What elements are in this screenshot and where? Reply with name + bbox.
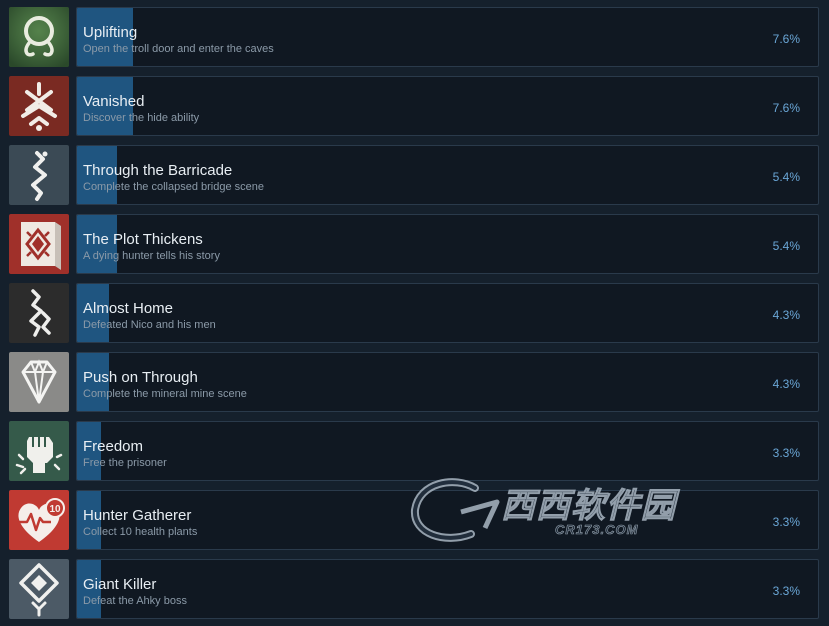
rune-icon bbox=[9, 76, 69, 136]
achievement-panel: Through the Barricade Complete the colla… bbox=[76, 145, 819, 205]
achievement-percent: 3.3% bbox=[772, 446, 800, 460]
achievement-percent: 3.3% bbox=[772, 584, 800, 598]
achievement-percent: 4.3% bbox=[772, 308, 800, 322]
achievement-title: Freedom bbox=[83, 438, 144, 455]
achievement-row[interactable]: Uplifting Open the troll door and enter … bbox=[0, 5, 829, 74]
achievement-panel: Uplifting Open the troll door and enter … bbox=[76, 7, 819, 67]
achievement-description: Defeated Nico and his men bbox=[83, 319, 216, 331]
squiggle-icon bbox=[9, 145, 69, 205]
achievement-description: Complete the mineral mine scene bbox=[83, 388, 247, 400]
achievement-percent: 5.4% bbox=[772, 239, 800, 253]
achievement-panel: The Plot Thickens A dying hunter tells h… bbox=[76, 214, 819, 274]
achievement-percent: 7.6% bbox=[772, 101, 800, 115]
achievement-description: Complete the collapsed bridge scene bbox=[83, 181, 265, 193]
achievement-list: Uplifting Open the troll door and enter … bbox=[0, 0, 829, 621]
achievement-row[interactable]: Vanished Discover the hide ability 7.6% bbox=[0, 74, 829, 143]
achievement-row[interactable]: Freedom Free the prisoner 3.3% bbox=[0, 419, 829, 488]
achievement-row[interactable]: The Plot Thickens A dying hunter tells h… bbox=[0, 212, 829, 281]
achievement-description: A dying hunter tells his story bbox=[83, 250, 220, 262]
achievement-description: Free the prisoner bbox=[83, 457, 167, 469]
achievement-panel: Giant Killer Defeat the Ahky boss 3.3% bbox=[76, 559, 819, 619]
achievement-title: Almost Home bbox=[83, 300, 174, 317]
achievement-description: Discover the hide ability bbox=[83, 112, 200, 124]
achievement-percent: 3.3% bbox=[772, 515, 800, 529]
achievement-row[interactable]: Giant Killer Defeat the Ahky boss 3.3% bbox=[0, 557, 829, 626]
achievement-description: Defeat the Ahky boss bbox=[83, 595, 187, 607]
heart-icon: 10 bbox=[9, 490, 69, 550]
achievement-percent: 5.4% bbox=[772, 170, 800, 184]
achievement-percent: 4.3% bbox=[772, 377, 800, 391]
achievement-description: Collect 10 health plants bbox=[83, 526, 198, 538]
achievement-panel: Push on Through Complete the mineral min… bbox=[76, 352, 819, 412]
achievement-title: The Plot Thickens bbox=[83, 231, 203, 248]
achievement-title: Vanished bbox=[83, 93, 145, 110]
tapestry-icon bbox=[9, 214, 69, 274]
diamond-icon bbox=[9, 352, 69, 412]
achievement-title: Giant Killer bbox=[83, 576, 157, 593]
glyph-icon bbox=[9, 283, 69, 343]
achievement-panel: Freedom Free the prisoner 3.3% bbox=[76, 421, 819, 481]
achievement-row[interactable]: Almost Home Defeated Nico and his men 4.… bbox=[0, 281, 829, 350]
achievement-title: Push on Through bbox=[83, 369, 198, 386]
heart-icon-count: 10 bbox=[49, 504, 61, 515]
achievement-panel: Almost Home Defeated Nico and his men 4.… bbox=[76, 283, 819, 343]
achievement-panel: Vanished Discover the hide ability 7.6% bbox=[76, 76, 819, 136]
achievement-description: Open the troll door and enter the caves bbox=[83, 43, 274, 55]
achievement-title: Uplifting bbox=[83, 24, 138, 41]
achievement-percent: 7.6% bbox=[772, 32, 800, 46]
achievement-panel: Hunter Gatherer Collect 10 health plants… bbox=[76, 490, 819, 550]
achievement-row[interactable]: Through the Barricade Complete the colla… bbox=[0, 143, 829, 212]
achievement-title: Through the Barricade bbox=[83, 162, 233, 179]
fist-icon bbox=[9, 421, 69, 481]
achievement-row[interactable]: Push on Through Complete the mineral min… bbox=[0, 350, 829, 419]
diamond-glyph-icon bbox=[9, 559, 69, 619]
achievement-title: Hunter Gatherer bbox=[83, 507, 192, 524]
ring-icon bbox=[9, 7, 69, 67]
achievement-row[interactable]: 10 Hunter Gatherer Collect 10 health pla… bbox=[0, 488, 829, 557]
